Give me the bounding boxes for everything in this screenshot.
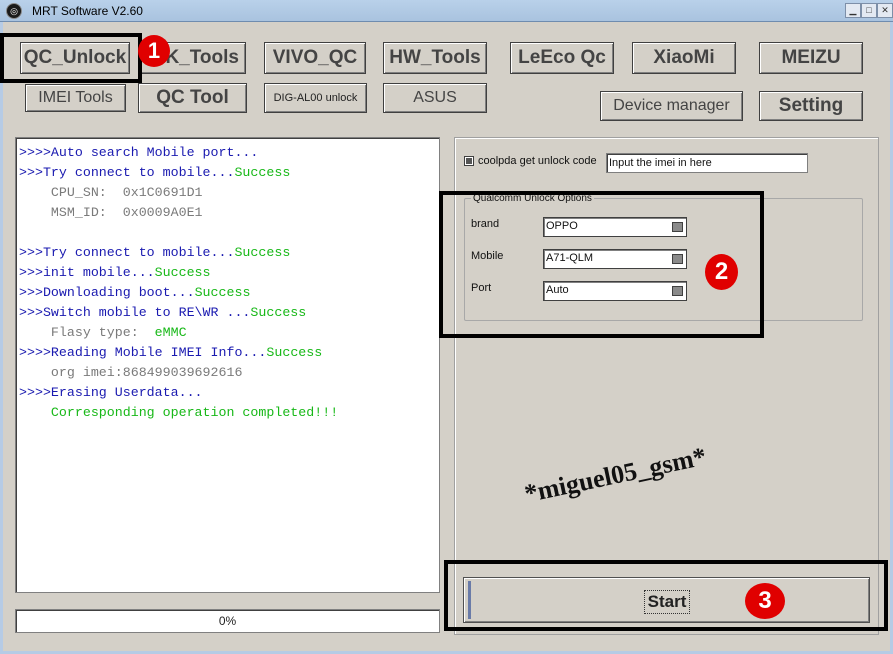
device-manager-button[interactable]: Device manager (600, 91, 743, 121)
log-text: Success (234, 245, 291, 260)
log-line: >>>>Erasing Userdata... (19, 383, 439, 403)
log-line: Flasy type: eMMC (19, 323, 439, 343)
xiaomi-button[interactable]: XiaoMi (632, 42, 736, 74)
window-title: MRT Software V2.60 (32, 4, 143, 18)
log-line: org imei:868499039692616 (19, 363, 439, 383)
setting-button[interactable]: Setting (759, 91, 863, 121)
coolpda-label: coolpda get unlock code (478, 155, 597, 167)
asus-button[interactable]: ASUS (383, 83, 487, 113)
hw-tools-button[interactable]: HW_Tools (383, 42, 487, 74)
leeco-qc-button[interactable]: LeEco Qc (510, 42, 614, 74)
log-text: >>>>Reading Mobile IMEI Info... (19, 345, 267, 360)
imei-tools-button[interactable]: IMEI Tools (25, 84, 126, 112)
log-text: Corresponding operation completed!!! (19, 405, 339, 420)
vivo-qc-button[interactable]: VIVO_QC (264, 42, 366, 74)
log-text: Flasy type: (19, 325, 155, 340)
log-line: >>>init mobile...Success (19, 263, 439, 283)
log-line: >>>>Reading Mobile IMEI Info...Success (19, 343, 439, 363)
log-text: Success (194, 285, 251, 300)
log-line: >>>Try connect to mobile...Success (19, 243, 439, 263)
title-bar: ◎ MRT Software V2.60 ▁ □ ✕ (0, 0, 893, 22)
dig-al00-unlock-button[interactable]: DIG-AL00 unlock (264, 83, 367, 113)
log-text: >>>Switch mobile to RE\WR ... (19, 305, 251, 320)
marker-1: 1 (138, 35, 170, 67)
log-line: >>>Switch mobile to RE\WR ...Success (19, 303, 439, 323)
log-text: org imei:868499039692616 (19, 365, 243, 380)
highlight-box-1 (0, 33, 142, 83)
log-text: Success (154, 265, 211, 280)
close-icon[interactable]: ✕ (877, 3, 893, 18)
imei-input[interactable]: Input the imei in here (606, 153, 808, 173)
log-text: >>>>Auto search Mobile port... (19, 145, 259, 160)
log-text: CPU_SN: 0x1C0691D1 (19, 185, 203, 200)
log-text: eMMC (154, 325, 187, 340)
qc-tool-button[interactable]: QC Tool (138, 83, 247, 113)
minimize-icon[interactable]: ▁ (845, 3, 861, 18)
log-line: Corresponding operation completed!!! (19, 403, 439, 423)
maximize-icon[interactable]: □ (861, 3, 877, 18)
log-text: >>>init mobile... (19, 265, 155, 280)
log-text: >>>Downloading boot... (19, 285, 195, 300)
log-text: Success (266, 345, 323, 360)
app-logo-icon: ◎ (6, 3, 22, 19)
log-text: MSM_ID: 0x0009A0E1 (19, 205, 203, 220)
highlight-box-3 (444, 560, 888, 631)
log-line: CPU_SN: 0x1C0691D1 (19, 183, 439, 203)
log-output[interactable]: >>>>Auto search Mobile port... >>>Try con… (15, 137, 440, 593)
progress-bar: 0% (15, 609, 440, 633)
log-text: >>>Try connect to mobile... (19, 165, 235, 180)
log-text: Success (250, 305, 307, 320)
log-line: >>>Downloading boot...Success (19, 283, 439, 303)
marker-2: 2 (705, 254, 738, 290)
log-text: >>>>Erasing Userdata... (19, 385, 203, 400)
log-line: >>>Try connect to mobile...Success (19, 163, 439, 183)
meizu-button[interactable]: MEIZU (759, 42, 863, 74)
log-line: MSM_ID: 0x0009A0E1 (19, 203, 439, 223)
log-text: >>>Try connect to mobile... (19, 245, 235, 260)
log-text: Success (234, 165, 291, 180)
log-line: >>>>Auto search Mobile port... (19, 143, 439, 163)
marker-3: 3 (745, 583, 785, 619)
coolpda-checkbox[interactable] (464, 156, 474, 166)
